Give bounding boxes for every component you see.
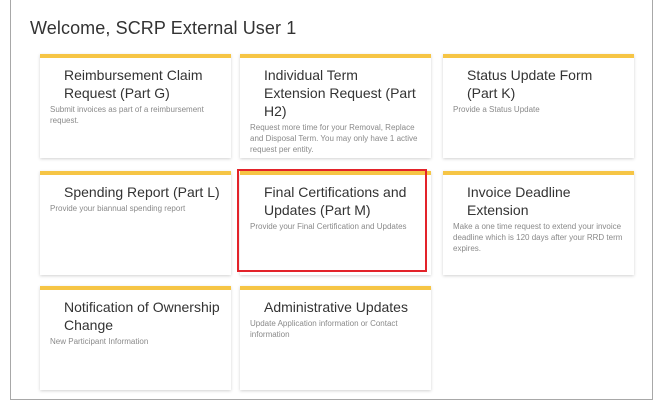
card-title: Invoice Deadline Extension xyxy=(467,184,571,218)
card-description: New Participant Information xyxy=(50,337,149,346)
card-spending-report[interactable]: Spending Report (Part L) Provide your bi… xyxy=(40,171,231,275)
card-description: Request more time for your Removal, Repl… xyxy=(250,123,418,154)
card-final-certifications[interactable]: Final Certifications and Updates (Part M… xyxy=(240,171,431,275)
card-status-update-form[interactable]: Status Update Form (Part K) Provide a St… xyxy=(443,54,634,158)
card-reimbursement-claim[interactable]: Reimbursement Claim Request (Part G) Sub… xyxy=(40,54,231,158)
card-individual-term-extension[interactable]: Individual Term Extension Request (Part … xyxy=(240,54,431,158)
card-description: Make a one time request to extend your i… xyxy=(453,222,623,253)
card-description: Provide your biannual spending report xyxy=(50,204,186,213)
card-title: Reimbursement Claim Request (Part G) xyxy=(64,67,203,101)
card-description: Provide a Status Update xyxy=(453,105,540,114)
card-title: Spending Report (Part L) xyxy=(64,184,220,200)
card-title: Notification of Ownership Change xyxy=(64,299,220,333)
card-title: Final Certifications and Updates (Part M… xyxy=(264,184,407,218)
card-title: Status Update Form (Part K) xyxy=(467,67,593,101)
card-description: Provide your Final Certification and Upd… xyxy=(250,222,407,231)
card-title: Individual Term Extension Request (Part … xyxy=(264,67,416,119)
card-ownership-change[interactable]: Notification of Ownership Change New Par… xyxy=(40,286,231,390)
card-title: Administrative Updates xyxy=(264,299,408,315)
card-administrative-updates[interactable]: Administrative Updates Update Applicatio… xyxy=(240,286,431,390)
card-description: Update Application information or Contac… xyxy=(250,319,398,339)
page-title: Welcome, SCRP External User 1 xyxy=(30,18,297,38)
card-invoice-deadline-extension[interactable]: Invoice Deadline Extension Make a one ti… xyxy=(443,171,634,275)
card-description: Submit invoices as part of a reimburseme… xyxy=(50,105,204,125)
